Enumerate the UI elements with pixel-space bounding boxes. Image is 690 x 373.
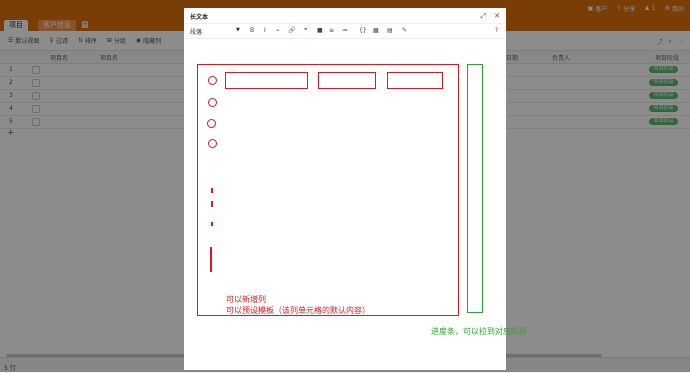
- chevron-down-icon: ▼: [236, 27, 240, 33]
- dialog-controls: ⤢ ✕: [481, 12, 500, 21]
- code-button[interactable]: {}: [359, 27, 367, 34]
- bullet-list-button[interactable]: ≔: [342, 27, 348, 34]
- annotation-red-column-box-3: [387, 72, 443, 89]
- quote-button[interactable]: ❝: [304, 27, 307, 34]
- clear-format-button[interactable]: ✎: [402, 27, 407, 34]
- dialog-title: 长文本: [190, 14, 209, 21]
- expand-icon[interactable]: ⤢: [481, 12, 487, 21]
- annotation-red-column-box-1: [225, 72, 308, 89]
- italic-button[interactable]: I: [264, 27, 266, 34]
- link-button[interactable]: 🔗: [288, 27, 295, 34]
- strikethrough-button[interactable]: ⌁: [276, 27, 280, 34]
- annotation-circle: [207, 119, 216, 128]
- table-button[interactable]: ▦: [373, 27, 379, 34]
- editor-toolbar: 段落 ▼ B I ⌁ 🔗 ❝ ■ ≡ ≔ {} ▦ ▤ ✎ ?: [184, 23, 506, 39]
- annotation-dash: [211, 188, 213, 193]
- annotation-red-column-box-2: [318, 72, 376, 89]
- annotation-red-box: [197, 64, 459, 316]
- annotation-note-template: 可以预设模板（该列单元格的默认内容）: [226, 306, 370, 315]
- close-icon[interactable]: ✕: [494, 12, 500, 21]
- annotation-circle: [208, 139, 217, 148]
- annotation-note-progress: 进度条，可以拉到对应阶段: [431, 327, 527, 336]
- help-icon[interactable]: ?: [495, 27, 498, 34]
- annotation-circle: [208, 76, 217, 85]
- ordered-list-button[interactable]: ≡: [329, 27, 334, 34]
- bold-button[interactable]: B: [250, 27, 254, 34]
- annotation-dash: [211, 201, 213, 207]
- image-button[interactable]: ■: [317, 27, 323, 34]
- annotation-green-progress-bar: [467, 64, 483, 313]
- annotation-note-add-column: 可以新增列: [226, 295, 266, 304]
- annotation-dash: [210, 247, 212, 272]
- annotation-dash: [211, 222, 213, 226]
- annotation-circle: [208, 98, 217, 107]
- divider-button[interactable]: ▤: [387, 27, 393, 34]
- paragraph-select[interactable]: 段落: [190, 27, 202, 36]
